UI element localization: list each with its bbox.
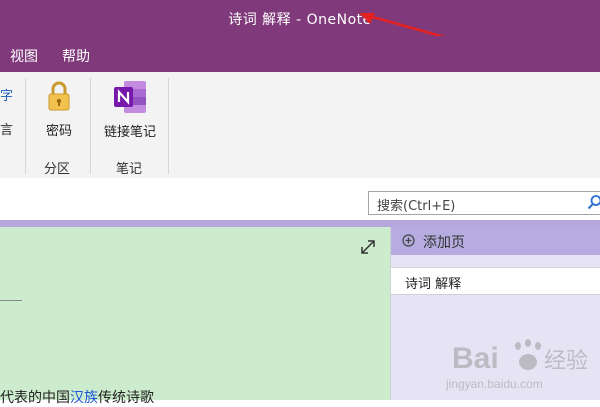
page-list-item[interactable]: 诗词 解释 — [391, 267, 600, 295]
password-button[interactable]: 密码 — [36, 80, 82, 139]
watermark-brand: Bai — [452, 342, 499, 375]
password-label: 密码 — [36, 120, 82, 139]
plus-circle-icon — [402, 234, 415, 247]
linked-notes-button[interactable]: 链接笔记 — [98, 80, 162, 140]
title-underline — [0, 300, 22, 301]
baidu-paw-logo: Bai 经验 jingyan.baidu.com — [440, 332, 600, 392]
menu-help[interactable]: 帮助 — [62, 46, 90, 66]
note-canvas[interactable]: 代表的中国汉族传统诗歌 — [0, 227, 391, 400]
note-text-suffix: 传统诗歌 — [98, 390, 154, 406]
search-input[interactable]: 搜索(Ctrl+E) — [368, 191, 600, 215]
search-row: 搜索(Ctrl+E) — [0, 178, 600, 220]
partial-ribbon-label-bottom[interactable]: 言 — [0, 119, 13, 138]
ribbon: 字 言 密码 链接笔记 分区 笔记 — [0, 72, 600, 179]
note-text: 代表的中国汉族传统诗歌 — [0, 387, 154, 407]
group-label-section: 分区 — [44, 158, 70, 177]
watermark-site-label: 经验 — [544, 348, 588, 373]
window-title: 诗词 解释 - OneNote — [0, 9, 600, 29]
ribbon-divider — [90, 78, 91, 174]
lock-icon — [46, 80, 72, 112]
add-page-label: 添加页 — [423, 232, 465, 252]
baidu-watermark: Bai 经验 jingyan.baidu.com — [440, 332, 600, 396]
expand-icon[interactable] — [360, 239, 376, 255]
watermark-url: jingyan.baidu.com — [445, 377, 543, 391]
ribbon-divider — [25, 78, 26, 174]
menu-bar: 视图 帮助 — [0, 36, 600, 72]
ribbon-divider — [168, 78, 169, 174]
page-title: 诗词 解释 — [405, 273, 461, 292]
linked-notes-label: 链接笔记 — [98, 121, 162, 140]
search-icon[interactable] — [587, 194, 600, 210]
section-tab-strip — [0, 220, 600, 227]
onenote-icon — [112, 80, 148, 114]
note-text-prefix: 代表的中国 — [0, 390, 70, 406]
menu-view[interactable]: 视图 — [10, 46, 38, 66]
note-link[interactable]: 汉族 — [70, 390, 98, 406]
add-page-button[interactable]: 添加页 — [391, 227, 600, 255]
partial-ribbon-label-top[interactable]: 字 — [0, 85, 13, 104]
title-bar: 诗词 解释 - OneNote — [0, 0, 600, 36]
search-placeholder: 搜索(Ctrl+E) — [377, 195, 455, 214]
group-label-notes: 笔记 — [116, 158, 142, 177]
